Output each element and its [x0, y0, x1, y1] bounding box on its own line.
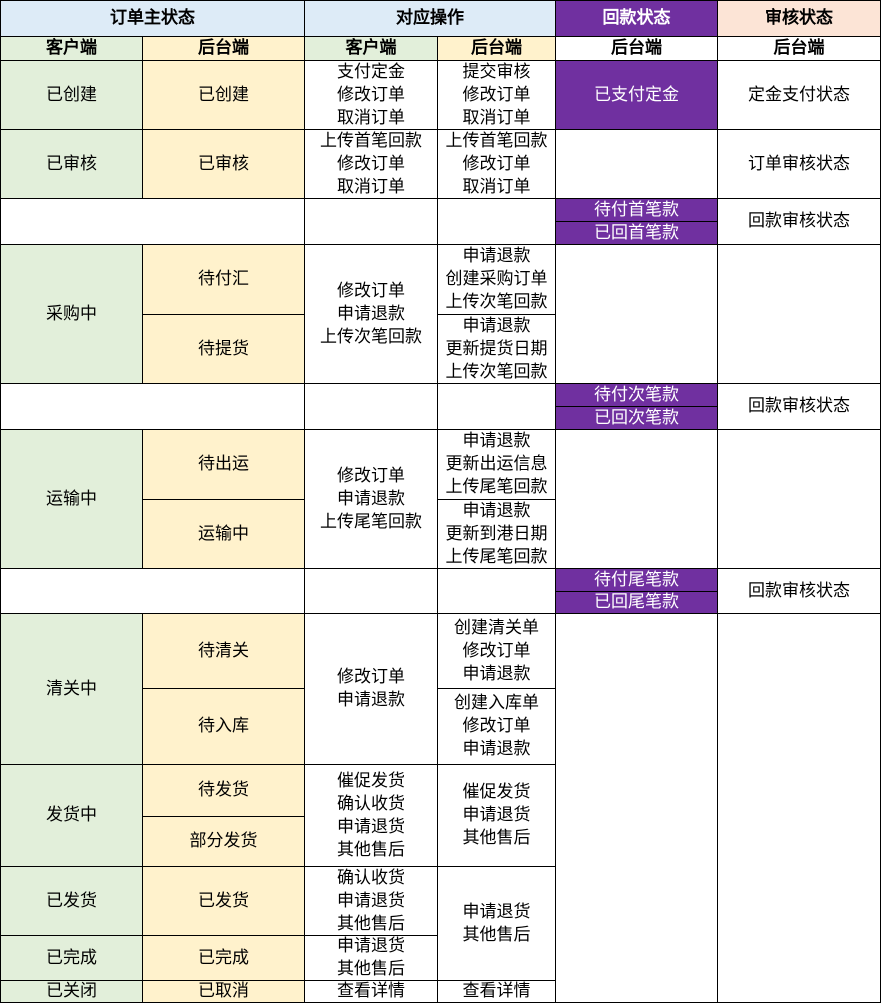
payment-empty-purchasing [555, 244, 718, 384]
status-backend-await-dispatch: 待出运 [142, 429, 305, 500]
ops-backend-closed: 查看详情 [437, 980, 556, 1003]
payment-empty-bottom [555, 613, 718, 1003]
status-backend-await-delivery: 待发货 [142, 764, 305, 817]
ops-client-completed: 申请退货 其他售后 [304, 935, 438, 981]
ops-client-purchasing: 修改订单 申请退款 上传次笔回款 [304, 244, 438, 384]
header-operations: 对应操作 [304, 0, 556, 37]
header-main-status: 订单主状态 [0, 0, 305, 37]
status-backend-cancelled: 已取消 [142, 980, 305, 1003]
payment-deposit-paid: 已支付定金 [555, 60, 718, 130]
payment-second-pending: 待付次笔款 [555, 383, 718, 407]
band-empty-status-3 [0, 568, 305, 614]
payment-final-pending: 待付尾笔款 [555, 568, 718, 592]
ops-client-reviewed: 上传首笔回款 修改订单 取消订单 [304, 129, 438, 199]
band-empty-status-1 [0, 198, 305, 245]
ops-backend-created: 提交审核 修改订单 取消订单 [437, 60, 556, 130]
ops-client-shipped: 确认收货 申请退货 其他售后 [304, 866, 438, 936]
band-empty-ops-client-1 [304, 198, 438, 245]
subheader-review-backend: 后台端 [717, 36, 881, 61]
ops-client-shipping: 修改订单 申请退款 上传尾笔回款 [304, 429, 438, 569]
ops-backend-reviewed: 上传首笔回款 修改订单 取消订单 [437, 129, 556, 199]
payment-first-returned: 已回首笔款 [555, 221, 718, 245]
band-empty-ops-client-3 [304, 568, 438, 614]
ops-backend-in-transit: 申请退款 更新到港日期 上传尾笔回款 [437, 499, 556, 569]
status-backend-in-transit: 运输中 [142, 499, 305, 569]
header-payment-status: 回款状态 [555, 0, 718, 37]
status-backend-completed: 已完成 [142, 935, 305, 981]
status-client-reviewed: 已审核 [0, 129, 143, 199]
payment-empty-shipping [555, 429, 718, 569]
review-second-payment: 回款审核状态 [717, 383, 881, 430]
review-empty-shipping [717, 429, 881, 569]
ops-backend-await-dispatch: 申请退款 更新出运信息 上传尾笔回款 [437, 429, 556, 500]
status-backend-await-remit: 待付汇 [142, 244, 305, 315]
ops-backend-await-remit: 申请退款 创建采购订单 上传次笔回款 [437, 244, 556, 315]
review-empty-bottom [717, 613, 881, 1003]
band-empty-status-2 [0, 383, 305, 430]
status-client-delivering: 发货中 [0, 764, 143, 867]
status-backend-reviewed: 已审核 [142, 129, 305, 199]
payment-final-returned: 已回尾笔款 [555, 591, 718, 614]
status-backend-await-clearance: 待清关 [142, 613, 305, 689]
ops-backend-await-warehousing: 创建入库单 修改订单 申请退款 [437, 688, 556, 765]
subheader-ops-client: 客户端 [304, 36, 438, 61]
status-client-shipping: 运输中 [0, 429, 143, 569]
band-empty-ops-backend-2 [437, 383, 556, 430]
status-client-closed: 已关闭 [0, 980, 143, 1003]
payment-empty-reviewed [555, 129, 718, 199]
review-empty-purchasing [717, 244, 881, 384]
band-empty-ops-backend-3 [437, 568, 556, 614]
header-review-status: 审核状态 [717, 0, 881, 37]
band-empty-ops-backend-1 [437, 198, 556, 245]
status-client-created: 已创建 [0, 60, 143, 130]
status-backend-await-warehousing: 待入库 [142, 688, 305, 765]
subheader-status-backend: 后台端 [142, 36, 305, 61]
ops-client-delivering: 催促发货 确认收货 申请退货 其他售后 [304, 764, 438, 867]
payment-first-pending: 待付首笔款 [555, 198, 718, 222]
band-empty-ops-client-2 [304, 383, 438, 430]
ops-backend-delivering: 催促发货 申请退货 其他售后 [437, 764, 556, 867]
status-backend-partial-delivery: 部分发货 [142, 816, 305, 867]
review-first-payment: 回款审核状态 [717, 198, 881, 245]
status-backend-await-pickup: 待提货 [142, 314, 305, 384]
status-client-customs: 清关中 [0, 613, 143, 765]
status-client-completed: 已完成 [0, 935, 143, 981]
status-backend-shipped: 已发货 [142, 866, 305, 936]
review-order-status: 订单审核状态 [717, 129, 881, 199]
subheader-status-client: 客户端 [0, 36, 143, 61]
ops-client-customs: 修改订单 申请退款 [304, 613, 438, 765]
ops-backend-await-pickup: 申请退款 更新提货日期 上传次笔回款 [437, 314, 556, 384]
order-status-table: 订单主状态 对应操作 回款状态 审核状态 客户端 后台端 客户端 后台端 后台端… [0, 0, 881, 1003]
ops-backend-await-clearance: 创建清关单 修改订单 申请退款 [437, 613, 556, 689]
status-client-shipped: 已发货 [0, 866, 143, 936]
ops-backend-shipped-completed: 申请退货 其他售后 [437, 866, 556, 981]
ops-client-created: 支付定金 修改订单 取消订单 [304, 60, 438, 130]
subheader-payment-backend: 后台端 [555, 36, 718, 61]
payment-second-returned: 已回次笔款 [555, 406, 718, 430]
status-client-purchasing: 采购中 [0, 244, 143, 384]
subheader-ops-backend: 后台端 [437, 36, 556, 61]
review-final-payment: 回款审核状态 [717, 568, 881, 614]
status-backend-created: 已创建 [142, 60, 305, 130]
ops-client-closed: 查看详情 [304, 980, 438, 1003]
review-deposit-status: 定金支付状态 [717, 60, 881, 130]
